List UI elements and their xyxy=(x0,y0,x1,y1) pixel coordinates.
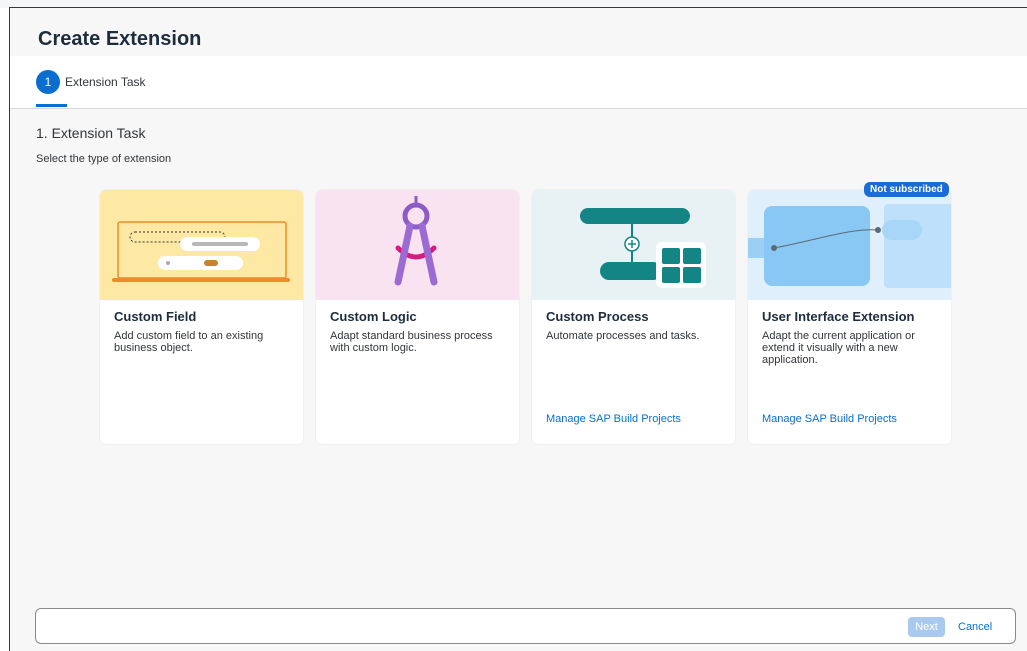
next-button[interactable]: Next xyxy=(908,617,945,637)
custom-process-card[interactable]: Custom Process Automate processes and ta… xyxy=(532,190,735,444)
active-step-indicator xyxy=(36,104,67,107)
card-title: User Interface Extension xyxy=(762,309,915,324)
card-title: Custom Field xyxy=(114,309,197,324)
compass-icon xyxy=(316,190,519,300)
step-number-badge: 1 xyxy=(36,70,60,94)
custom-field-illustration xyxy=(100,190,303,300)
manage-sap-build-projects-link[interactable]: Manage SAP Build Projects xyxy=(546,413,681,425)
cancel-button[interactable]: Cancel xyxy=(954,617,996,637)
not-subscribed-badge: Not subscribed xyxy=(864,182,949,197)
dialog-header: Create Extension xyxy=(10,8,1027,56)
section-title: 1. Extension Task xyxy=(36,125,146,141)
ui-extension-card[interactable]: Not subscribed User Interface Extension … xyxy=(748,182,951,444)
process-flow-icon xyxy=(532,190,735,300)
wizard-progress-bar: 1 Extension Task xyxy=(10,56,1027,109)
manage-sap-build-projects-link[interactable]: Manage SAP Build Projects xyxy=(762,413,897,425)
ui-extension-illustration xyxy=(748,190,951,300)
dialog-title: Create Extension xyxy=(38,28,202,50)
step-label: Extension Task xyxy=(65,75,146,89)
card-description: Adapt the current application or extend … xyxy=(762,330,915,366)
card-title: Custom Process xyxy=(546,309,649,324)
card-description: Automate processes and tasks. xyxy=(546,330,700,342)
card-description: Adapt standard business process with cus… xyxy=(330,330,493,354)
wizard-step-1[interactable]: 1 Extension Task xyxy=(36,69,146,95)
custom-logic-card[interactable]: Custom Logic Adapt standard business pro… xyxy=(316,190,519,444)
card-title: Custom Logic xyxy=(330,309,417,324)
dialog-footer: Next Cancel xyxy=(35,608,1016,644)
section-subtitle: Select the type of extension xyxy=(36,153,172,165)
custom-field-card[interactable]: Custom Field Add custom field to an exis… xyxy=(100,190,303,444)
create-extension-dialog: Create Extension 1 Extension Task 1. Ext… xyxy=(9,7,1027,651)
card-description: Add custom field to an existing business… xyxy=(114,330,264,354)
